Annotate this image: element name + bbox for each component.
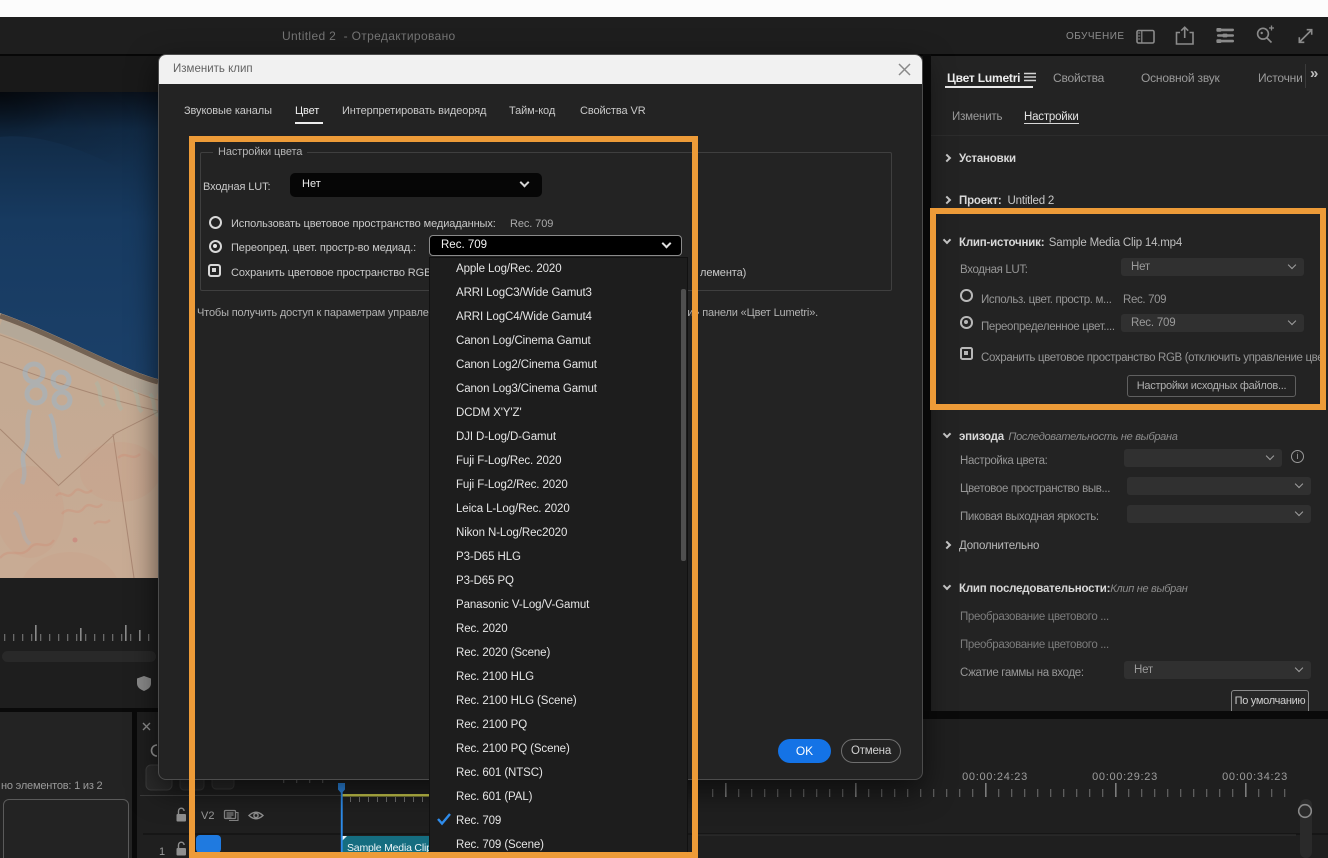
svg-text:00:00:34:23: 00:00:34:23 (1222, 771, 1288, 783)
svg-text:1: 1 (159, 846, 165, 858)
svg-text:00:00:29:23: 00:00:29:23 (1092, 771, 1158, 783)
svg-text:00:00:24:23: 00:00:24:23 (962, 771, 1028, 783)
